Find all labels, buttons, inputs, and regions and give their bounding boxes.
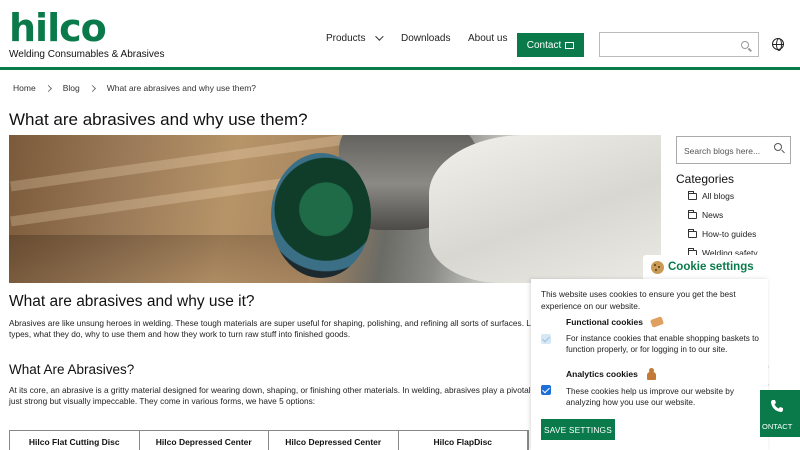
site-search-input[interactable] — [599, 32, 759, 57]
contact-button-label: Contact — [526, 39, 562, 51]
section-heading: What are abrasives and why use it? — [9, 293, 255, 310]
folder-icon — [688, 209, 697, 219]
analytics-cookies-option: Analytics cookies These cookies help us … — [541, 368, 761, 408]
chevron-right-icon — [88, 84, 96, 92]
logo-tagline: Welding Consumables & Abrasives — [9, 49, 165, 60]
table-header: Hilco Flat Cutting Disc — [10, 431, 140, 450]
cookie-icon — [651, 260, 664, 274]
table-header: Hilco Depressed Center — [269, 431, 399, 450]
search-icon[interactable] — [774, 143, 782, 151]
blog-search-input[interactable]: Search blogs here... — [676, 136, 791, 164]
cookie-intro: This website uses cookies to ensure you … — [541, 289, 736, 311]
search-icon[interactable] — [741, 41, 749, 49]
functional-cookies-option: Functional cookies For instance cookies … — [541, 316, 761, 355]
category-label: News — [702, 210, 724, 220]
nav-about-us[interactable]: About us — [468, 33, 507, 44]
mail-icon — [565, 41, 575, 49]
folder-icon — [688, 228, 697, 238]
breadcrumb-current: What are abrasives and why use them? — [106, 83, 257, 93]
category-label: How-to guides — [702, 229, 757, 239]
cookie-panel: This website uses cookies to ensure you … — [531, 279, 768, 450]
analytics-cookies-checkbox[interactable] — [541, 385, 551, 395]
phone-icon — [771, 400, 783, 412]
folder-icon — [688, 190, 697, 200]
subsection-heading: What Are Abrasives? — [9, 362, 135, 377]
cookie-settings-tab[interactable]: Cookie settings — [643, 255, 768, 279]
chevron-down-icon — [375, 32, 385, 41]
table-header: Hilco FlapDisc — [399, 431, 528, 450]
site-header: hilco Welding Consumables & Abrasives Pr… — [0, 0, 800, 70]
hero-abrasive-disc — [271, 153, 371, 278]
chevron-right-icon — [44, 84, 52, 92]
cookie-settings-title: Cookie settings — [668, 261, 754, 273]
category-news[interactable]: News — [688, 209, 724, 220]
nav-downloads[interactable]: Downloads — [401, 33, 450, 44]
hilco-logo[interactable]: hilco Welding Consumables & Abrasives — [9, 6, 165, 60]
category-all-blogs[interactable]: All blogs — [688, 190, 735, 201]
category-label: All blogs — [702, 191, 735, 201]
page-title: What are abrasives and why use them? — [9, 110, 308, 129]
analytics-cookies-desc: These cookies help us improve our websit… — [566, 387, 734, 407]
functional-cookies-desc: For instance cookies that enable shoppin… — [566, 334, 759, 354]
contact-button[interactable]: Contact — [517, 33, 584, 57]
table-header: Hilco Depressed Center — [140, 431, 269, 450]
logo-wordmark: hilco — [9, 6, 107, 50]
breadcrumb: Home Blog What are abrasives and why use… — [13, 83, 256, 93]
breadcrumb-home[interactable]: Home — [13, 83, 36, 93]
breadcrumb-blog[interactable]: Blog — [63, 83, 80, 93]
save-settings-button[interactable]: SAVE SETTINGS — [541, 419, 615, 440]
biscuit-icon — [649, 316, 665, 328]
hero-shadow — [9, 235, 309, 283]
side-contact-label: ONTACT — [762, 422, 793, 431]
globe-icon[interactable] — [772, 38, 784, 51]
blog-search-placeholder: Search blogs here... — [684, 146, 761, 156]
product-table: Hilco Flat Cutting Disc Hilco Depressed … — [9, 430, 529, 450]
side-contact-tab[interactable]: ONTACT — [760, 390, 800, 437]
category-how-to-guides[interactable]: How-to guides — [688, 228, 757, 239]
categories-title: Categories — [676, 172, 735, 186]
hero-glove — [429, 135, 661, 283]
functional-cookies-title: Functional cookies — [566, 317, 643, 327]
hero-image — [9, 135, 661, 283]
gingerbread-icon — [646, 368, 657, 380]
functional-cookies-checkbox — [541, 334, 551, 344]
analytics-cookies-title: Analytics cookies — [566, 369, 638, 379]
nav-products-label: Products — [326, 33, 366, 44]
nav-products[interactable]: Products — [326, 32, 385, 44]
